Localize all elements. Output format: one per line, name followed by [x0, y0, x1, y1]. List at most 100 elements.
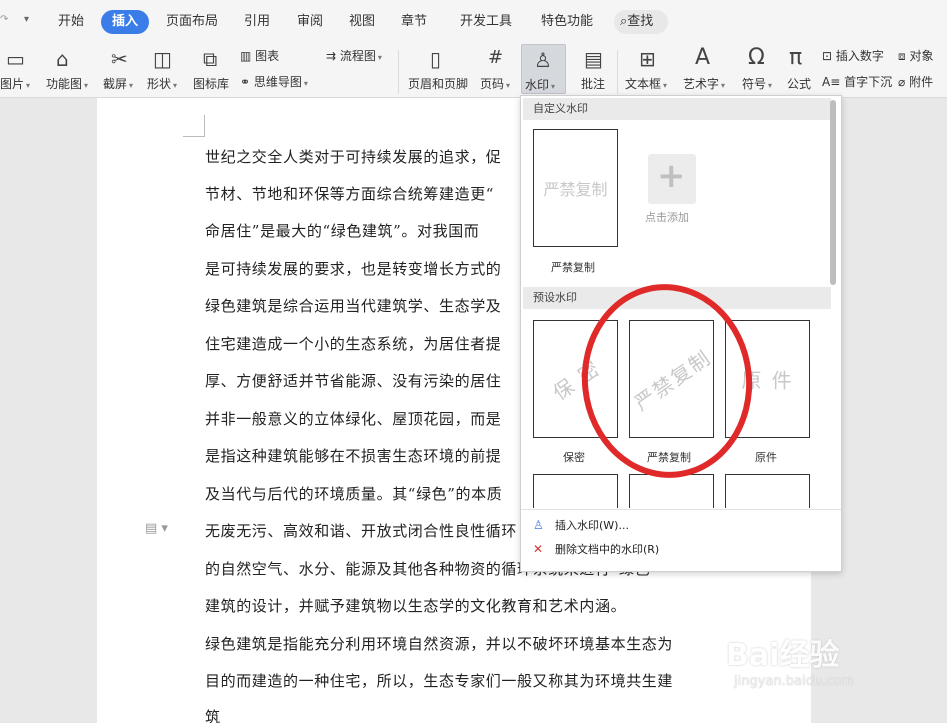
preset-watermark-card[interactable]: 原 件 [725, 320, 810, 438]
formula-button[interactable]: π 公式 [786, 44, 816, 94]
omega-icon: Ω [748, 45, 765, 70]
ribbon-toolbar: ▭ 图片 ▾ ⌂ 功能图 ▾ ✂ 截屏 ▾ ◫ 形状 ▾ ⧉ 图标库 ▥ 图表 ⚭ 思维… [0, 44, 947, 98]
document-line: 是可持续发展的要求，也是转变增长方式的 [205, 260, 502, 278]
art-text-button[interactable]: A 艺术字 ▾ [683, 44, 733, 94]
tab-features[interactable]: 特色功能 [541, 10, 593, 34]
search-button[interactable]: ⌕查找 [614, 10, 668, 34]
preset-watermark-card[interactable] [533, 474, 618, 508]
menu-scrollbar[interactable] [830, 100, 836, 285]
document-line: 世纪之交全人类对于可持续发展的追求，促 [205, 148, 502, 166]
custom-watermark-caption: 严禁复制 [551, 261, 595, 274]
comment-label: 批注 [581, 77, 606, 91]
tab-start[interactable]: 开始 [58, 10, 84, 34]
delete-watermark-label: 删除文档中的水印(R) [555, 543, 660, 556]
document-line: 无废无污、高效和谐、开放式闭合性良性循环 [205, 522, 518, 540]
preset-watermark-caption: 原件 [755, 451, 777, 464]
undo-icon[interactable]: ↷ [0, 14, 8, 25]
watermark-button[interactable]: ♙ 水印 ▾ [521, 44, 566, 94]
header-footer-icon: ▯ [430, 47, 442, 71]
page-number-icon: # [488, 47, 504, 68]
function-chart-button[interactable]: ⌂ 功能图 ▾ [46, 44, 96, 94]
preset-watermark-caption: 严禁复制 [647, 451, 691, 464]
preset-watermark-card[interactable]: 严禁复制 [629, 320, 714, 438]
textbox-button[interactable]: ⊞ 文本框 ▾ [625, 44, 675, 94]
ribbon-divider [398, 50, 399, 94]
baidu-logo-text: Bai经验 [726, 638, 840, 673]
comment-button[interactable]: ▤ 批注 [578, 44, 610, 94]
tab-view[interactable]: 视图 [349, 10, 375, 34]
dropcap-icon: A≡ [822, 75, 841, 89]
building-icon: ⌂ [56, 47, 69, 71]
mindmap-icon: ⚭ [240, 75, 251, 89]
document-line: 厚、方便舒适并节省能源、没有污染的居住 [205, 372, 502, 390]
tab-page-layout[interactable]: 页面布局 [166, 10, 218, 34]
preset-watermark-card[interactable]: 保 密 [533, 320, 618, 438]
object-icon: ⧈ [898, 49, 906, 63]
add-watermark-label: 点击添加 [645, 211, 689, 224]
picture-label: 图片 [0, 77, 25, 91]
symbol-label: 符号 [742, 77, 767, 91]
tab-review[interactable]: 审阅 [297, 10, 323, 34]
insert-number-label: 插入数字 [835, 49, 884, 63]
insert-watermark-label: 插入水印(W)... [555, 519, 629, 532]
preset-watermark-caption: 保密 [563, 451, 585, 464]
picture-button[interactable]: ▭ 图片 ▾ [0, 44, 40, 94]
tab-developer[interactable]: 开发工具 [460, 10, 512, 34]
tab-references[interactable]: 引用 [244, 10, 270, 34]
watermark-icon: ♙ [534, 48, 552, 72]
header-footer-label: 页眉和页脚 [408, 77, 469, 91]
insert-watermark-menu-item[interactable]: ♙ 插入水印(W)... [533, 517, 629, 533]
icon-library-label: 图标库 [193, 77, 230, 91]
document-line: 节材、节地和环保等方面综合统筹建造更“ [205, 185, 495, 203]
delete-watermark-menu-item[interactable]: ✕ 删除文档中的水印(R) [533, 541, 659, 557]
icon-library-button[interactable]: ⧉ 图标库 [193, 44, 233, 94]
add-watermark-button[interactable]: + [648, 154, 696, 204]
textbox-icon: ⊞ [639, 47, 656, 71]
menu-tab-bar: ↷ ▾ 开始 插入 页面布局 引用 审阅 视图 章节 开发工具 特色功能 ⌕查找 [0, 0, 947, 44]
number-icon: ⊡ [822, 49, 833, 63]
document-line: 绿色建筑是综合运用当代建筑学、生态学及 [205, 297, 502, 315]
plus-icon: + [657, 156, 686, 196]
document-line: 建筑的设计，并赋予建筑物以生态学的文化教育和艺术内涵。 [205, 597, 627, 615]
chart-icon: ▥ [240, 49, 252, 63]
comment-icon: ▤ [584, 47, 603, 71]
art-text-icon: A [695, 45, 711, 70]
tab-section[interactable]: 章节 [401, 10, 427, 34]
baidu-jingyan-watermark: Bai经验 jingyan.baidu.com [726, 630, 936, 700]
document-line: 是指这种建筑能够在不损害生态环境的前提 [205, 447, 502, 465]
delete-watermark-icon: ✕ [533, 542, 544, 556]
paragraph-handle-icon[interactable]: ▤ ▾ [145, 521, 168, 536]
custom-watermark-card[interactable]: 严禁复制 [533, 129, 618, 247]
document-line: 及当代与后代的环境质量。其“绿色”的本质 [205, 485, 503, 503]
preset-watermark-card[interactable] [725, 474, 810, 508]
tab-insert[interactable]: 插入 [101, 10, 150, 34]
art-text-label: 艺术字 [683, 77, 720, 91]
preset-watermark-preview-text: 保 密 [548, 355, 605, 406]
icon-library-icon: ⧉ [203, 47, 218, 71]
page-number-button[interactable]: # 页码 ▾ [480, 44, 516, 94]
symbol-button[interactable]: Ω 符号 ▾ [742, 44, 778, 94]
screenshot-button[interactable]: ✂ 截屏 ▾ [103, 44, 143, 94]
custom-watermark-preview-text: 严禁复制 [543, 180, 608, 199]
attachment-label: 附件 [909, 75, 934, 89]
preset-watermark-card[interactable] [629, 474, 714, 508]
watermark-icon: ♙ [533, 518, 544, 532]
custom-watermark-header: 自定义水印 [523, 98, 831, 120]
pi-icon: π [789, 45, 803, 70]
function-chart-label: 功能图 [46, 77, 83, 91]
search-label: 查找 [627, 14, 654, 29]
chart-label: 图表 [255, 49, 280, 63]
paperclip-icon: ⌀ [898, 75, 906, 89]
mindmap-label: 思维导图 [253, 75, 302, 89]
document-line: 命居住”是最大的“绿色建筑”。对我国而 [205, 222, 480, 240]
dropdown-chevron-icon[interactable]: ▾ [24, 14, 29, 25]
flowchart-icon: ⇉ [326, 49, 337, 63]
scissors-icon: ✂ [111, 47, 128, 71]
baidu-url-text: jingyan.baidu.com [734, 674, 854, 689]
document-line: 筑 [205, 708, 221, 723]
dropcap-label: 首字下沉 [844, 75, 893, 89]
shape-button[interactable]: ◫ 形状 ▾ [147, 44, 187, 94]
menu-divider [521, 509, 841, 510]
shape-icon: ◫ [153, 47, 172, 71]
header-footer-button[interactable]: ▯ 页眉和页脚 [408, 44, 472, 94]
